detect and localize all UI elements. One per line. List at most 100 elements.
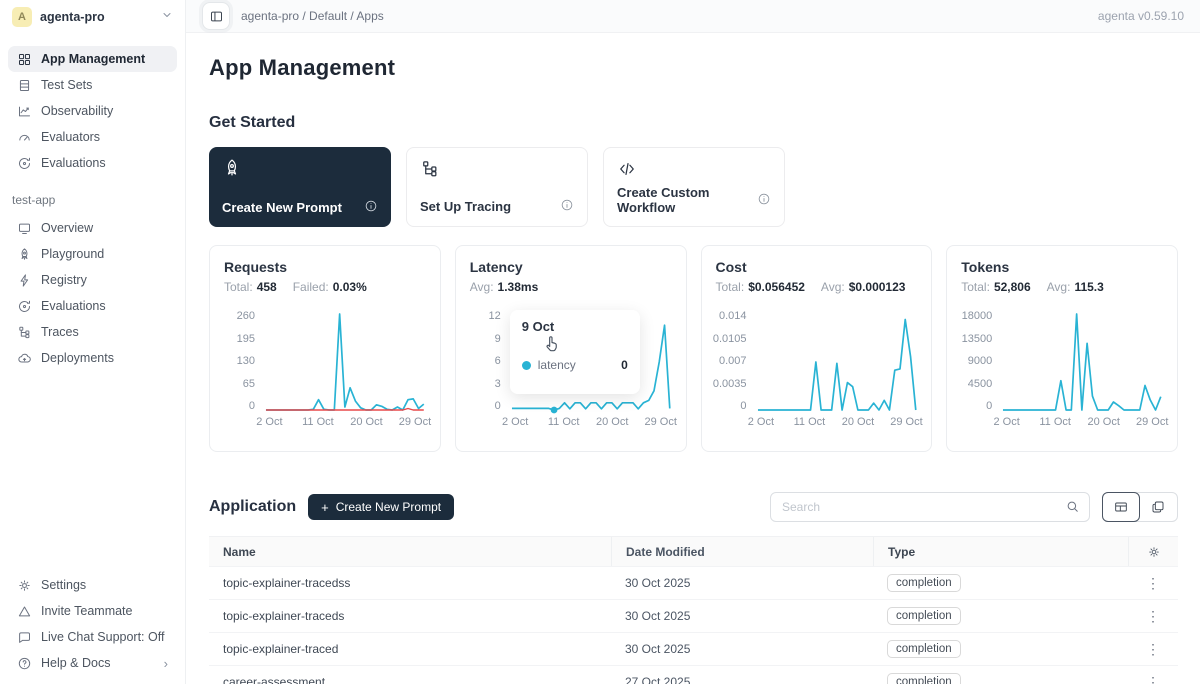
sidebar-item-test-sets[interactable]: Test Sets: [8, 72, 177, 98]
circular-arrow-icon: [17, 299, 32, 314]
question-circle-icon: [17, 656, 32, 671]
sidebar: A agenta-pro App Management Test Sets Ob…: [0, 0, 186, 684]
view-toggle: [1102, 492, 1178, 522]
cursor-pointer-icon: [542, 334, 562, 359]
stat-title: Requests: [224, 259, 426, 275]
requests-chart: 260195130650 2 Oct11 Oct20 Oct29 Oct: [224, 310, 426, 412]
sidebar-item-app-management[interactable]: App Management: [8, 46, 177, 72]
sidebar-item-label: Registry: [41, 273, 87, 287]
sidebar-item-label: Overview: [41, 221, 93, 235]
table-row[interactable]: topic-explainer-tracedss 30 Oct 2025 com…: [209, 567, 1178, 600]
code-icon: [617, 159, 771, 184]
sidebar-item-registry[interactable]: Registry: [8, 267, 177, 293]
info-icon[interactable]: [757, 192, 771, 209]
sidebar-item-label: Invite Teammate: [41, 604, 132, 618]
stat-summary: Total:$0.056452 Avg:$0.000123: [716, 280, 918, 294]
circular-arrow-icon: [17, 156, 32, 171]
create-new-prompt-card[interactable]: Create New Prompt: [209, 147, 391, 227]
y-axis-ticks: 0.0140.01050.0070.00350: [716, 310, 756, 412]
sidebar-item-settings[interactable]: Settings: [8, 572, 177, 598]
info-icon[interactable]: [560, 198, 574, 215]
stat-title: Cost: [716, 259, 918, 275]
chart-plot[interactable]: 2 Oct11 Oct20 Oct29 Oct: [756, 310, 918, 412]
workspace-avatar: A: [12, 7, 32, 27]
sidebar-item-label: Help & Docs: [41, 656, 110, 670]
app-date-modified: 30 Oct 2025: [611, 609, 873, 623]
workspace-selector[interactable]: A agenta-pro: [8, 0, 177, 33]
create-new-prompt-button[interactable]: + Create New Prompt: [308, 494, 454, 520]
type-badge: completion: [887, 673, 961, 684]
tokens-stat-card: Tokens Total:52,806 Avg:115.3 1800013500…: [946, 245, 1178, 452]
row-menu-icon[interactable]: ⋮: [1146, 641, 1160, 658]
x-axis-ticks: 2 Oct11 Oct20 Oct29 Oct: [264, 416, 426, 431]
page-title: App Management: [209, 55, 1178, 81]
sidebar-item-label: Playground: [41, 247, 104, 261]
sidebar-item-playground[interactable]: Playground: [8, 241, 177, 267]
search-icon[interactable]: [1065, 499, 1080, 519]
create-custom-workflow-card[interactable]: Create Custom Workflow: [603, 147, 785, 227]
sidebar-main-nav: App Management Test Sets Observability E…: [8, 46, 177, 176]
row-menu-icon[interactable]: ⋮: [1146, 575, 1160, 592]
table-header-row: Name Date Modified Type: [209, 537, 1178, 567]
chart-plot[interactable]: 2 Oct11 Oct20 Oct29 Oct: [264, 310, 426, 412]
set-up-tracing-card[interactable]: Set Up Tracing: [406, 147, 588, 227]
cost-chart: 0.0140.01050.0070.00350 2 Oct11 Oct20 Oc…: [716, 310, 918, 412]
column-settings-icon[interactable]: [1128, 537, 1178, 566]
y-axis-ticks: 260195130650: [224, 310, 264, 412]
row-menu-icon[interactable]: ⋮: [1146, 608, 1160, 625]
search-box: [770, 492, 1090, 522]
gear-icon: [17, 578, 32, 593]
app-name: topic-explainer-tracedss: [209, 576, 611, 590]
table-rows-icon: [17, 78, 32, 93]
row-menu-icon[interactable]: ⋮: [1146, 674, 1160, 684]
sidebar-item-observability[interactable]: Observability: [8, 98, 177, 124]
x-axis-ticks: 2 Oct11 Oct20 Oct29 Oct: [1001, 416, 1163, 431]
card-label: Create New Prompt: [222, 200, 342, 215]
apps-table: Name Date Modified Type topic-explainer-…: [209, 536, 1178, 684]
trend-chart-icon: [17, 104, 32, 119]
sidebar-item-invite-teammate[interactable]: Invite Teammate: [8, 598, 177, 624]
tooltip-series-name: latency: [538, 358, 576, 372]
table-view-button[interactable]: [1102, 492, 1140, 522]
cost-stat-card: Cost Total:$0.056452 Avg:$0.000123 0.014…: [701, 245, 933, 452]
sidebar-item-live-chat[interactable]: Live Chat Support: Off: [8, 624, 177, 650]
chart-plot[interactable]: 2 Oct11 Oct20 Oct29 Oct: [1001, 310, 1163, 412]
app-name: topic-explainer-traceds: [209, 609, 611, 623]
column-header-type[interactable]: Type: [873, 537, 1128, 566]
table-row[interactable]: topic-explainer-traced 30 Oct 2025 compl…: [209, 633, 1178, 666]
info-icon[interactable]: [364, 199, 378, 216]
sidebar-item-deployments[interactable]: Deployments: [8, 345, 177, 371]
sidebar-item-overview[interactable]: Overview: [8, 215, 177, 241]
column-header-name[interactable]: Name: [209, 545, 611, 559]
table-row[interactable]: career-assessment 27 Oct 2025 completion…: [209, 666, 1178, 684]
card-view-button[interactable]: [1139, 493, 1177, 521]
tree-icon: [17, 325, 32, 340]
series-dot-icon: [522, 361, 531, 370]
sidebar-item-label: Observability: [41, 104, 113, 118]
search-input[interactable]: [770, 492, 1090, 522]
sidebar-layout-icon: [209, 9, 224, 24]
sidebar-item-label: Live Chat Support: Off: [41, 630, 164, 644]
sidebar-item-evaluations[interactable]: Evaluations: [8, 150, 177, 176]
latency-stat-card: Latency Avg:1.38ms 129630 2 Oct11 Oct20 …: [455, 245, 687, 452]
sidebar-item-evaluators[interactable]: Evaluators: [8, 124, 177, 150]
chart-tooltip: 9 Oct latency 0: [510, 310, 640, 394]
table-row[interactable]: topic-explainer-traceds 30 Oct 2025 comp…: [209, 600, 1178, 633]
tooltip-date: 9 Oct: [522, 319, 628, 334]
column-header-date-modified[interactable]: Date Modified: [611, 537, 873, 566]
x-axis-ticks: 2 Oct11 Oct20 Oct29 Oct: [510, 416, 672, 431]
sidebar-item-label: Evaluations: [41, 156, 106, 170]
sidebar-item-label: App Management: [41, 52, 145, 66]
topbar: agenta-pro / Default / Apps agenta v0.59…: [186, 0, 1200, 33]
chevron-down-icon: [161, 8, 173, 26]
y-axis-ticks: 1800013500900045000: [961, 310, 1001, 412]
sidebar-item-traces[interactable]: Traces: [8, 319, 177, 345]
card-view-icon: [1150, 499, 1166, 515]
sidebar-toggle-button[interactable]: [202, 2, 230, 30]
app-name: career-assessment: [209, 675, 611, 684]
stat-summary: Avg:1.38ms: [470, 280, 672, 294]
sidebar-item-evaluations-app[interactable]: Evaluations: [8, 293, 177, 319]
sidebar-item-help-docs[interactable]: Help & Docs ›: [8, 650, 177, 676]
chevron-right-icon: ›: [164, 656, 168, 671]
type-badge: completion: [887, 574, 961, 592]
